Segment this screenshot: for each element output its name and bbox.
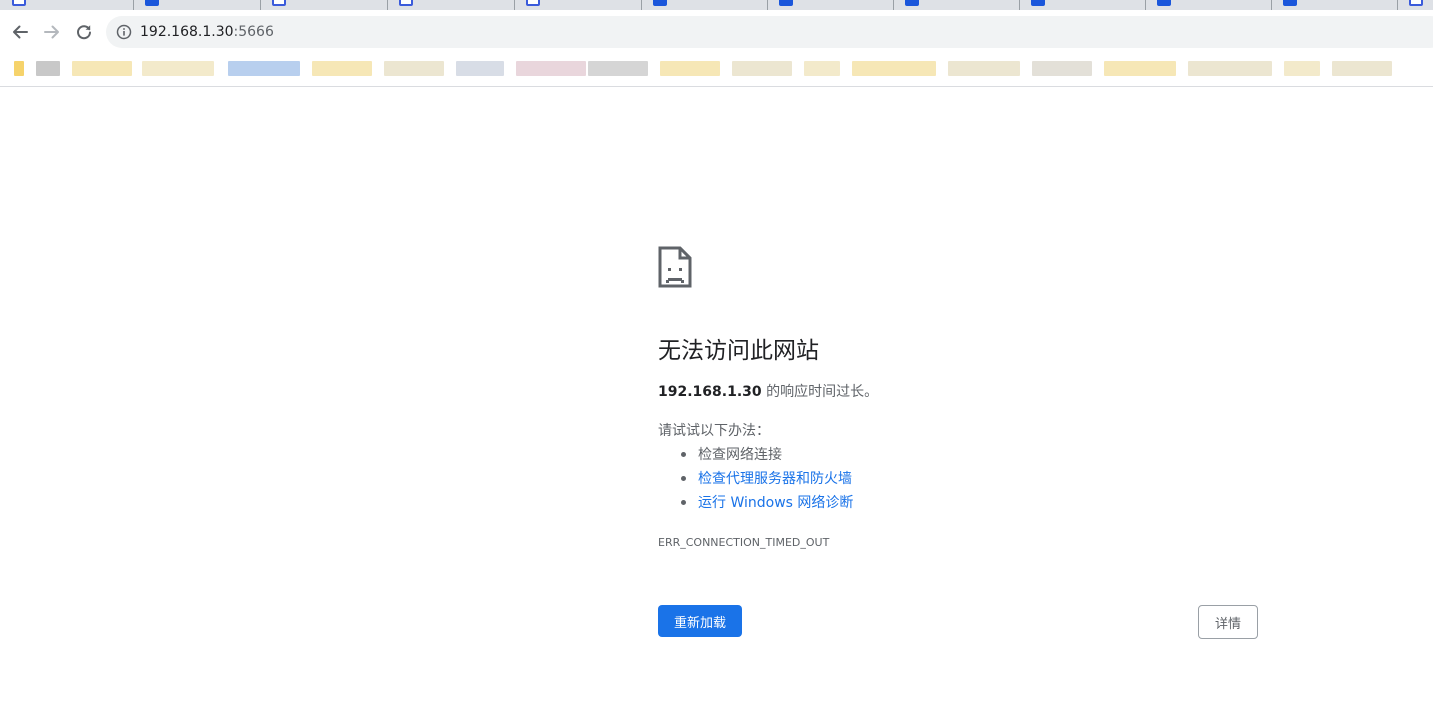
bookmark-item[interactable] <box>1284 61 1320 76</box>
bookmark-item[interactable] <box>1104 61 1176 76</box>
site-info-icon[interactable] <box>116 24 132 40</box>
address-host: 192.168.1.30 <box>140 24 234 40</box>
bookmark-item[interactable] <box>312 61 372 76</box>
address-port: :5666 <box>233 24 274 40</box>
try-heading: 请试试以下办法： <box>658 423 770 439</box>
reload-button[interactable]: 重新加载 <box>658 605 742 637</box>
browser-tab[interactable] <box>1145 0 1272 10</box>
tab-favicon-icon <box>399 0 413 6</box>
bookmark-item[interactable] <box>1032 61 1092 76</box>
bookmark-item[interactable] <box>384 61 444 76</box>
back-arrow-icon <box>13 25 28 39</box>
bookmark-item[interactable] <box>948 61 1020 76</box>
bookmark-item[interactable] <box>852 61 936 76</box>
tab-strip <box>0 0 1433 10</box>
browser-toolbar: 192.168.1.30:5666 <box>0 10 1433 54</box>
tab-favicon-icon <box>145 0 159 6</box>
list-bullet <box>681 452 686 457</box>
bookmark-item[interactable] <box>516 61 586 76</box>
browser-tab[interactable] <box>1271 0 1398 10</box>
bookmark-item[interactable] <box>36 61 60 76</box>
forward-arrow-icon <box>44 25 59 39</box>
suggestion-check-network: 检查网络连接 <box>698 447 782 463</box>
error-host: 192.168.1.30 <box>658 384 762 400</box>
browser-tab[interactable] <box>0 0 134 10</box>
tab-favicon-icon <box>1157 0 1171 6</box>
tab-favicon-icon <box>272 0 286 6</box>
browser-tab[interactable] <box>133 0 261 10</box>
bookmark-item[interactable] <box>660 61 720 76</box>
reload-icon <box>77 25 91 40</box>
forward-button[interactable] <box>38 18 66 46</box>
tab-favicon-icon <box>1031 0 1045 6</box>
tab-favicon-icon <box>12 0 26 6</box>
bookmark-item[interactable] <box>456 61 504 76</box>
details-button[interactable]: 详情 <box>1198 605 1258 639</box>
bookmark-item[interactable] <box>228 61 300 76</box>
bookmark-item[interactable] <box>588 61 648 76</box>
tab-favicon-icon <box>905 0 919 6</box>
bookmark-item[interactable] <box>1188 61 1272 76</box>
sad-page-icon <box>658 246 692 288</box>
bookmark-item[interactable] <box>804 61 840 76</box>
browser-tab[interactable] <box>893 0 1020 10</box>
back-button[interactable] <box>6 18 34 46</box>
bookmark-folder-icon[interactable] <box>14 61 24 76</box>
browser-tab[interactable] <box>767 0 894 10</box>
error-title: 无法访问此网站 <box>658 338 819 364</box>
error-code: ERR_CONNECTION_TIMED_OUT <box>658 536 830 549</box>
browser-tab[interactable] <box>641 0 768 10</box>
error-description: 192.168.1.30 的响应时间过长。 <box>658 382 878 402</box>
tab-favicon-icon <box>1283 0 1297 6</box>
bookmark-item[interactable] <box>142 61 214 76</box>
address-url[interactable]: 192.168.1.30:5666 <box>140 23 274 41</box>
bookmark-item[interactable] <box>72 61 132 76</box>
reload-toolbar-button[interactable] <box>70 18 98 46</box>
address-bar[interactable]: 192.168.1.30:5666 <box>106 16 1433 48</box>
tab-favicon-icon <box>1409 0 1423 6</box>
tab-favicon-icon <box>526 0 540 6</box>
bookmarks-bar <box>0 54 1433 87</box>
suggestion-check-proxy-link[interactable]: 检查代理服务器和防火墙 <box>698 469 852 489</box>
browser-tab[interactable] <box>1019 0 1146 10</box>
error-message: 的响应时间过长。 <box>761 384 879 400</box>
bookmark-item[interactable] <box>732 61 792 76</box>
suggestion-windows-diagnostics-link[interactable]: 运行 Windows 网络诊断 <box>698 493 853 513</box>
list-bullet <box>681 500 686 505</box>
browser-tab[interactable] <box>514 0 642 10</box>
browser-tab[interactable] <box>260 0 388 10</box>
bookmark-item[interactable] <box>1332 61 1392 76</box>
list-bullet <box>681 476 686 481</box>
tab-favicon-icon <box>779 0 793 6</box>
browser-tab[interactable] <box>387 0 515 10</box>
tab-favicon-icon <box>653 0 667 6</box>
browser-tab[interactable] <box>1397 0 1433 10</box>
